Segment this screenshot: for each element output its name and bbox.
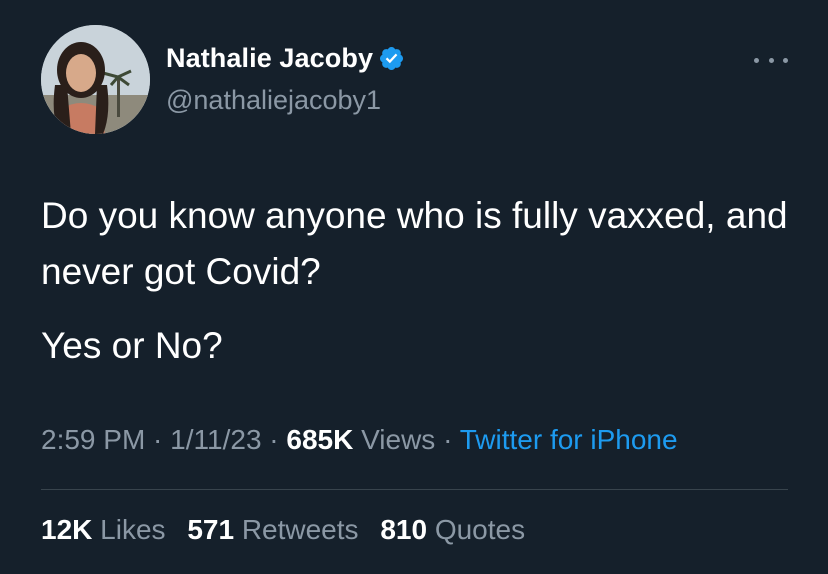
tweet-line: Do you know anyone who is fully vaxxed, … — [41, 195, 788, 292]
dot — [783, 57, 788, 63]
author-handle[interactable]: @nathaliejacoby1 — [166, 85, 381, 116]
author-name-row[interactable]: Nathalie Jacoby — [166, 43, 405, 74]
likes-label: Likes — [100, 514, 166, 545]
retweets-label: Retweets — [241, 514, 359, 545]
author-name[interactable]: Nathalie Jacoby — [166, 43, 373, 74]
tweet-date[interactable]: 1/11/23 — [170, 424, 261, 455]
source-link[interactable]: Twitter for iPhone — [460, 424, 678, 455]
avatar[interactable] — [41, 25, 150, 134]
tweet-line: Yes or No? — [41, 325, 223, 366]
separator: · — [145, 424, 171, 455]
avatar-photo — [41, 25, 150, 134]
quotes-count: 810 — [380, 514, 428, 545]
separator: · — [435, 424, 460, 455]
views-label[interactable]: Views — [353, 424, 435, 455]
dot — [754, 57, 759, 63]
dot — [768, 57, 774, 63]
views-count[interactable]: 685K — [286, 424, 353, 455]
verified-badge-icon — [378, 45, 405, 72]
retweets-stat[interactable]: 571 Retweets — [187, 514, 358, 545]
retweets-count: 571 — [187, 514, 235, 545]
tweet-meta: 2:59 PM · 1/11/23 · 685K Views · Twitter… — [41, 424, 678, 456]
engagement-stats: 12K Likes 571 Retweets 810 Quotes — [41, 514, 539, 546]
likes-count: 12K — [41, 514, 93, 545]
quotes-label: Quotes — [434, 514, 526, 545]
tweet-text: Do you know anyone who is fully vaxxed, … — [41, 188, 801, 374]
tweet-time[interactable]: 2:59 PM — [41, 424, 145, 455]
likes-stat[interactable]: 12K Likes — [41, 514, 166, 545]
quotes-stat[interactable]: 810 Quotes — [380, 514, 525, 545]
divider — [41, 489, 788, 490]
more-options-icon[interactable] — [754, 50, 788, 70]
separator: · — [261, 424, 287, 455]
